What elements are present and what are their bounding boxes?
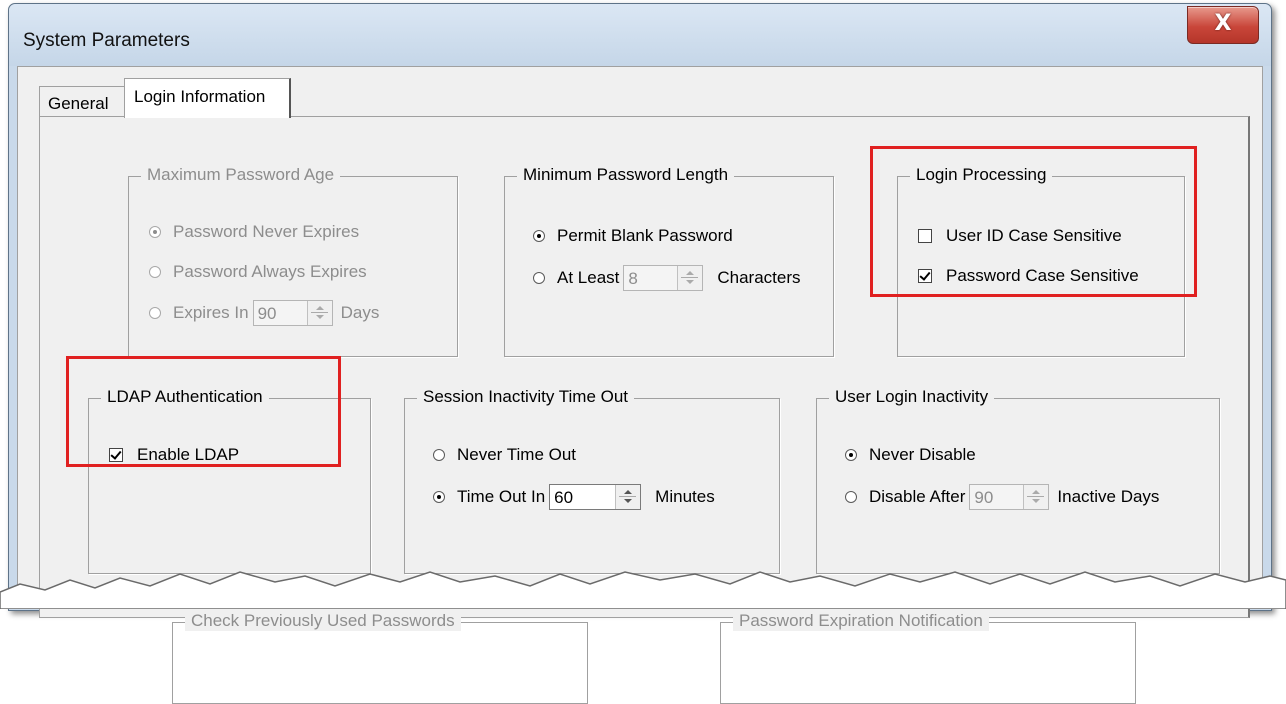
spinner-value: 8 [628,269,638,288]
radio-label: Expires In [173,303,249,322]
group-title: Check Previously Used Passwords [185,611,461,631]
radio-selected-icon [149,226,161,238]
radio-disable-after[interactable]: Disable After 90 Inactive Days [845,484,1159,510]
group-session-inactivity-time-out: Session Inactivity Time Out Never Time O… [404,387,780,574]
group-password-expiration-notification: Password Expiration Notification [720,611,1136,704]
group-maximum-password-age: Maximum Password Age Password Never Expi… [128,165,458,357]
min-length-spinner[interactable]: 8 [623,265,704,291]
radio-password-never-expires[interactable]: Password Never Expires [149,222,359,242]
radio-label: Time Out In [457,487,546,506]
radio-label: Password Never Expires [173,222,360,241]
spinner-buttons[interactable] [615,485,641,509]
spinner-value: 60 [554,488,574,507]
group-title: Password Expiration Notification [733,611,989,631]
time-out-minutes-spinner[interactable]: 60 [549,484,642,510]
radio-icon [149,307,161,319]
minutes-label: Minutes [655,487,715,506]
window-title: System Parameters [23,30,190,51]
radio-icon [533,272,545,284]
tab-general[interactable]: General [39,86,127,117]
tab-login-information-label: Login Information [134,87,266,106]
close-button[interactable]: X [1187,6,1259,44]
radio-label: Never Time Out [457,445,577,464]
radio-never-disable[interactable]: Never Disable [845,445,976,465]
radio-selected-icon [845,449,857,461]
highlight-login-processing [870,146,1197,297]
title-bar[interactable]: System Parameters X [9,4,1271,66]
radio-icon [433,449,445,461]
spinner-buttons[interactable] [306,301,332,325]
radio-label: Disable After [869,487,966,506]
group-minimum-password-length: Minimum Password Length Permit Blank Pas… [504,165,834,357]
close-icon: X [1214,11,1232,36]
radio-selected-icon [533,230,545,242]
group-check-previously-used-passwords: Check Previously Used Passwords [172,611,588,704]
torn-edge-decoration [0,571,1286,609]
group-user-login-inactivity: User Login Inactivity Never Disable Disa… [816,387,1220,574]
group-title: Maximum Password Age [141,165,341,185]
characters-label: Characters [717,268,801,287]
radio-password-always-expires[interactable]: Password Always Expires [149,262,367,282]
spinner-buttons[interactable] [1023,485,1049,509]
tab-general-label: General [48,94,109,113]
tab-login-information[interactable]: Login Information [124,78,291,118]
radio-never-time-out[interactable]: Never Time Out [433,445,576,465]
radio-permit-blank-password[interactable]: Permit Blank Password [533,226,733,246]
radio-label: At Least [557,268,620,287]
dialog-window: System Parameters X General Login Inform… [8,3,1272,704]
radio-time-out-in[interactable]: Time Out In 60 Minutes [433,484,715,510]
group-title: Minimum Password Length [517,165,735,185]
days-label: Days [340,303,380,322]
spinner-buttons[interactable] [677,266,703,290]
radio-label: Password Always Expires [173,262,367,281]
radio-icon [149,266,161,278]
radio-label: Never Disable [869,445,976,464]
radio-label: Permit Blank Password [557,226,733,245]
radio-at-least[interactable]: At Least 8 Characters [533,265,801,291]
radio-icon [845,491,857,503]
torn-edge-path [0,571,1286,609]
spinner-value: 90 [257,304,277,323]
highlight-ldap-authentication [66,356,341,467]
spinner-value: 90 [974,488,994,507]
group-title: User Login Inactivity [829,387,995,407]
inactive-days-spinner[interactable]: 90 [969,484,1050,510]
radio-expires-in[interactable]: Expires In 90 Days [149,300,379,326]
group-title: Session Inactivity Time Out [417,387,635,407]
radio-selected-icon [433,491,445,503]
inactive-days-label: Inactive Days [1057,487,1160,506]
expires-in-days-spinner[interactable]: 90 [252,300,333,326]
